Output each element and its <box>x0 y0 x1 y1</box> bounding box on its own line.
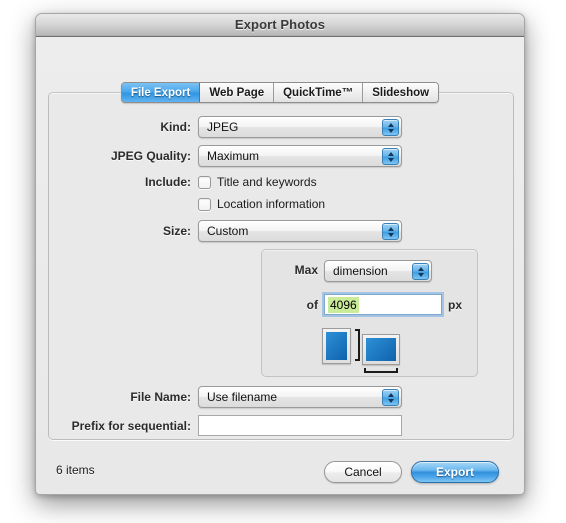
window-title: Export Photos <box>234 17 326 32</box>
prefix-label: Prefix for sequential: <box>71 418 191 433</box>
include-location-checkbox[interactable] <box>198 197 211 211</box>
jpeg-quality-popup-menu[interactable]: Maximum <box>198 145 402 167</box>
include-location-checkbox-row[interactable]: Location information <box>198 197 325 211</box>
export-button[interactable]: Export <box>411 461 499 483</box>
window-titlebar[interactable]: Export Photos <box>36 14 524 37</box>
kind-label: Kind: <box>160 120 191 134</box>
dialog-body: File Export Web Page QuickTime™ Slidesho… <box>36 37 524 494</box>
file-name-stepper-icon[interactable] <box>382 389 399 406</box>
kind-value: JPEG <box>207 120 239 134</box>
tab-file-export[interactable]: File Export <box>121 83 201 102</box>
kind-popup-menu[interactable]: JPEG <box>198 116 402 138</box>
tab-web-page[interactable]: Web Page <box>200 83 275 102</box>
tab-file-export-label: File Export <box>130 86 191 99</box>
include-row: Include: Title and keywords <box>36 175 317 189</box>
include-label: Include: <box>144 175 191 189</box>
chevron-down-icon <box>387 128 394 133</box>
size-popup-menu[interactable]: Custom <box>198 220 402 242</box>
chevron-up-icon <box>387 122 394 127</box>
height-bracket-icon <box>355 329 360 361</box>
max-dimension-group: Max dimension of 4096 px <box>261 249 478 377</box>
item-count-label: 6 items <box>56 463 95 477</box>
tab-group: File Export Web Page QuickTime™ Slidesho… <box>120 82 440 103</box>
chevron-up-icon <box>417 266 424 271</box>
size-stepper-icon[interactable] <box>382 223 399 240</box>
file-name-label: File Name: <box>130 390 191 404</box>
export-photos-dialog: Export Photos File Export Web Page Quick… <box>35 13 525 495</box>
max-dimension-value: dimension <box>333 264 388 278</box>
chevron-down-icon <box>387 157 394 162</box>
file-name-row: File Name: Use filename <box>36 386 402 408</box>
max-label: Max <box>294 263 318 277</box>
jpeg-quality-stepper-icon[interactable] <box>382 148 399 165</box>
orientation-portrait-button[interactable] <box>322 328 360 364</box>
file-name-value: Use filename <box>207 390 278 404</box>
max-dimension-input-value: 4096 <box>328 296 359 313</box>
include-title-keywords-label: Title and keywords <box>217 175 317 189</box>
size-label: Size: <box>162 224 191 238</box>
size-value: Custom <box>207 224 249 238</box>
prefix-input-value <box>202 425 206 427</box>
tab-quicktime[interactable]: QuickTime™ <box>274 83 364 102</box>
landscape-thumbnail-icon <box>362 334 400 365</box>
tab-web-page-label: Web Page <box>209 86 265 99</box>
size-row: Size: Custom <box>36 220 402 242</box>
landscape-thumbnail-fill <box>366 338 396 361</box>
export-button-label: Export <box>435 465 474 479</box>
tab-slideshow-label: Slideshow <box>372 86 430 99</box>
max-dimension-input[interactable]: 4096 <box>324 294 442 315</box>
file-name-popup-menu[interactable]: Use filename <box>198 386 402 408</box>
cancel-button[interactable]: Cancel <box>324 461 402 483</box>
tab-quicktime-label: QuickTime™ <box>283 86 354 99</box>
tab-bar: File Export Web Page QuickTime™ Slidesho… <box>36 82 524 103</box>
chevron-down-icon <box>387 398 394 403</box>
prefix-row: Prefix for sequential: <box>36 415 402 436</box>
max-dimension-popup-menu[interactable]: dimension <box>324 260 432 282</box>
chevron-down-icon <box>417 272 424 277</box>
cancel-button-label: Cancel <box>344 465 382 479</box>
portrait-thumbnail-fill <box>326 332 347 360</box>
chevron-up-icon <box>387 151 394 156</box>
include-location-row: Location information <box>36 197 325 211</box>
width-bracket-icon <box>364 368 398 373</box>
max-dimension-stepper-icon[interactable] <box>412 263 429 280</box>
of-label: of <box>306 298 318 312</box>
prefix-input-wrapper[interactable] <box>198 415 402 436</box>
jpeg-quality-row: JPEG Quality: Maximum <box>36 145 402 167</box>
orientation-landscape-button[interactable] <box>362 334 400 373</box>
jpeg-quality-value: Maximum <box>207 149 260 163</box>
jpeg-quality-label: JPEG Quality: <box>110 149 191 163</box>
chevron-down-icon <box>387 232 394 237</box>
tab-slideshow[interactable]: Slideshow <box>363 83 439 102</box>
chevron-up-icon <box>387 392 394 397</box>
include-location-label: Location information <box>217 197 326 211</box>
chevron-up-icon <box>387 226 394 231</box>
include-title-keywords-checkbox-row[interactable]: Title and keywords <box>198 175 317 189</box>
kind-row: Kind: JPEG <box>36 116 402 138</box>
portrait-thumbnail-icon <box>322 328 351 364</box>
px-unit-label: px <box>448 298 463 312</box>
include-title-keywords-checkbox[interactable] <box>198 175 211 189</box>
kind-stepper-icon[interactable] <box>382 119 399 136</box>
